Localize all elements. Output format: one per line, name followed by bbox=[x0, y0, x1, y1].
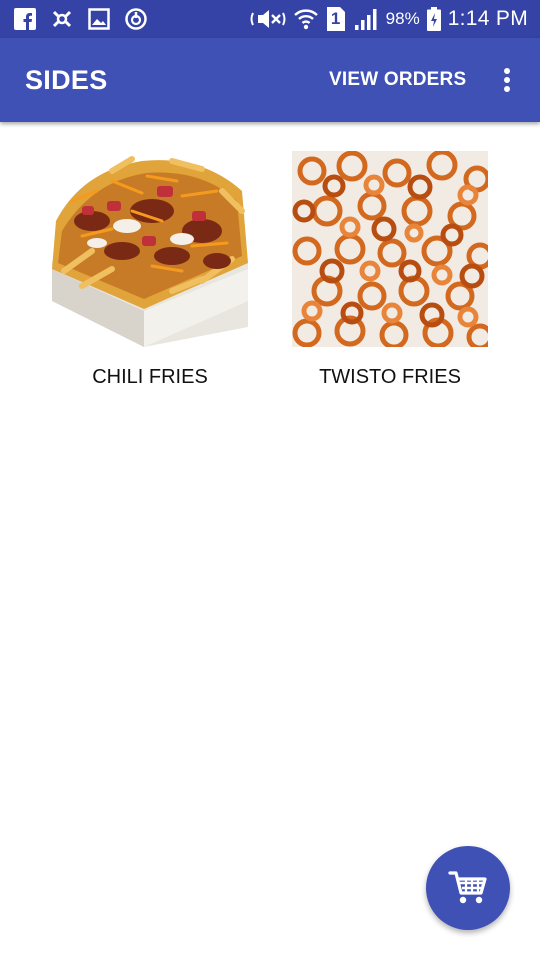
app-bar: SIDES VIEW ORDERS bbox=[0, 38, 540, 122]
mute-icon bbox=[250, 7, 286, 31]
sim-icon: 1 bbox=[326, 6, 346, 32]
shopping-cart-icon bbox=[448, 871, 487, 904]
battery-percent: 98% bbox=[385, 9, 420, 28]
item-label: TWISTO FRIES bbox=[319, 366, 461, 388]
power-saving-icon bbox=[124, 7, 148, 31]
notification-icons bbox=[14, 7, 148, 31]
facebook-icon bbox=[14, 8, 36, 30]
battery-icon bbox=[426, 7, 441, 31]
settings-sync-icon bbox=[50, 8, 74, 30]
sim-number: 1 bbox=[330, 9, 341, 28]
view-orders-button[interactable]: VIEW ORDERS bbox=[329, 68, 466, 92]
signal-icon bbox=[353, 7, 379, 31]
page-title: SIDES bbox=[25, 65, 108, 95]
twisto-fries-image bbox=[292, 151, 488, 347]
wifi-icon bbox=[293, 7, 319, 31]
gallery-icon bbox=[88, 8, 110, 30]
status-bar: 1 98% 1:14 PM bbox=[0, 0, 540, 38]
system-icons: 1 98% 1:14 PM bbox=[250, 6, 528, 32]
more-vert-icon[interactable] bbox=[494, 64, 520, 96]
chili-fries-image bbox=[52, 151, 248, 347]
item-label: CHILI FRIES bbox=[92, 366, 208, 388]
clock: 1:14 PM bbox=[447, 7, 528, 30]
cart-button[interactable] bbox=[426, 846, 510, 930]
